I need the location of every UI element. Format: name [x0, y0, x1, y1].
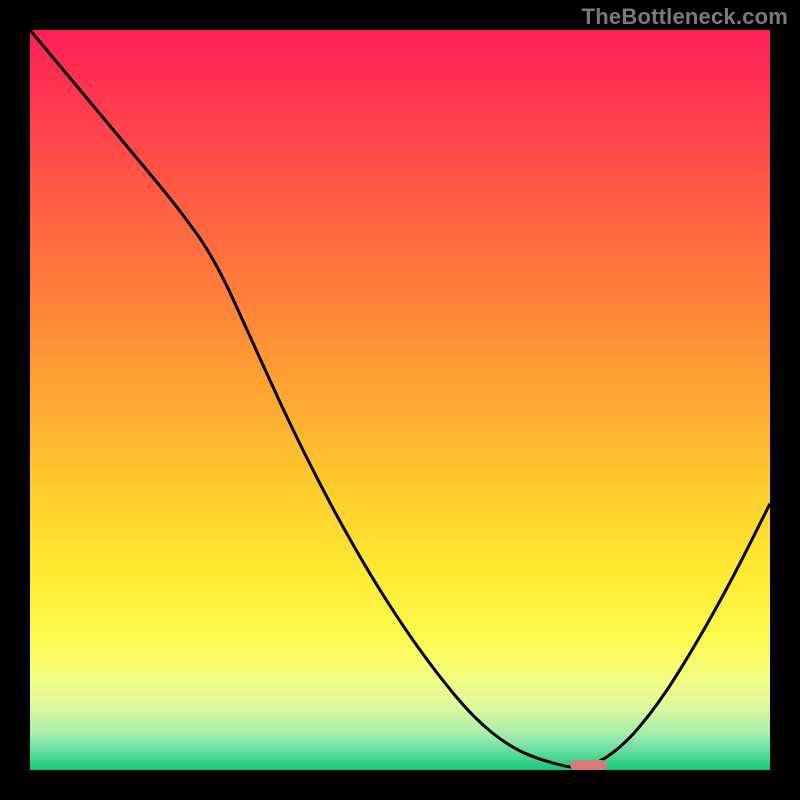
optimum-marker: [570, 760, 607, 770]
plot-area: [30, 30, 770, 770]
bottleneck-curve: [30, 30, 770, 770]
watermark-text: TheBottleneck.com: [582, 4, 788, 30]
chart-frame: TheBottleneck.com: [0, 0, 800, 800]
